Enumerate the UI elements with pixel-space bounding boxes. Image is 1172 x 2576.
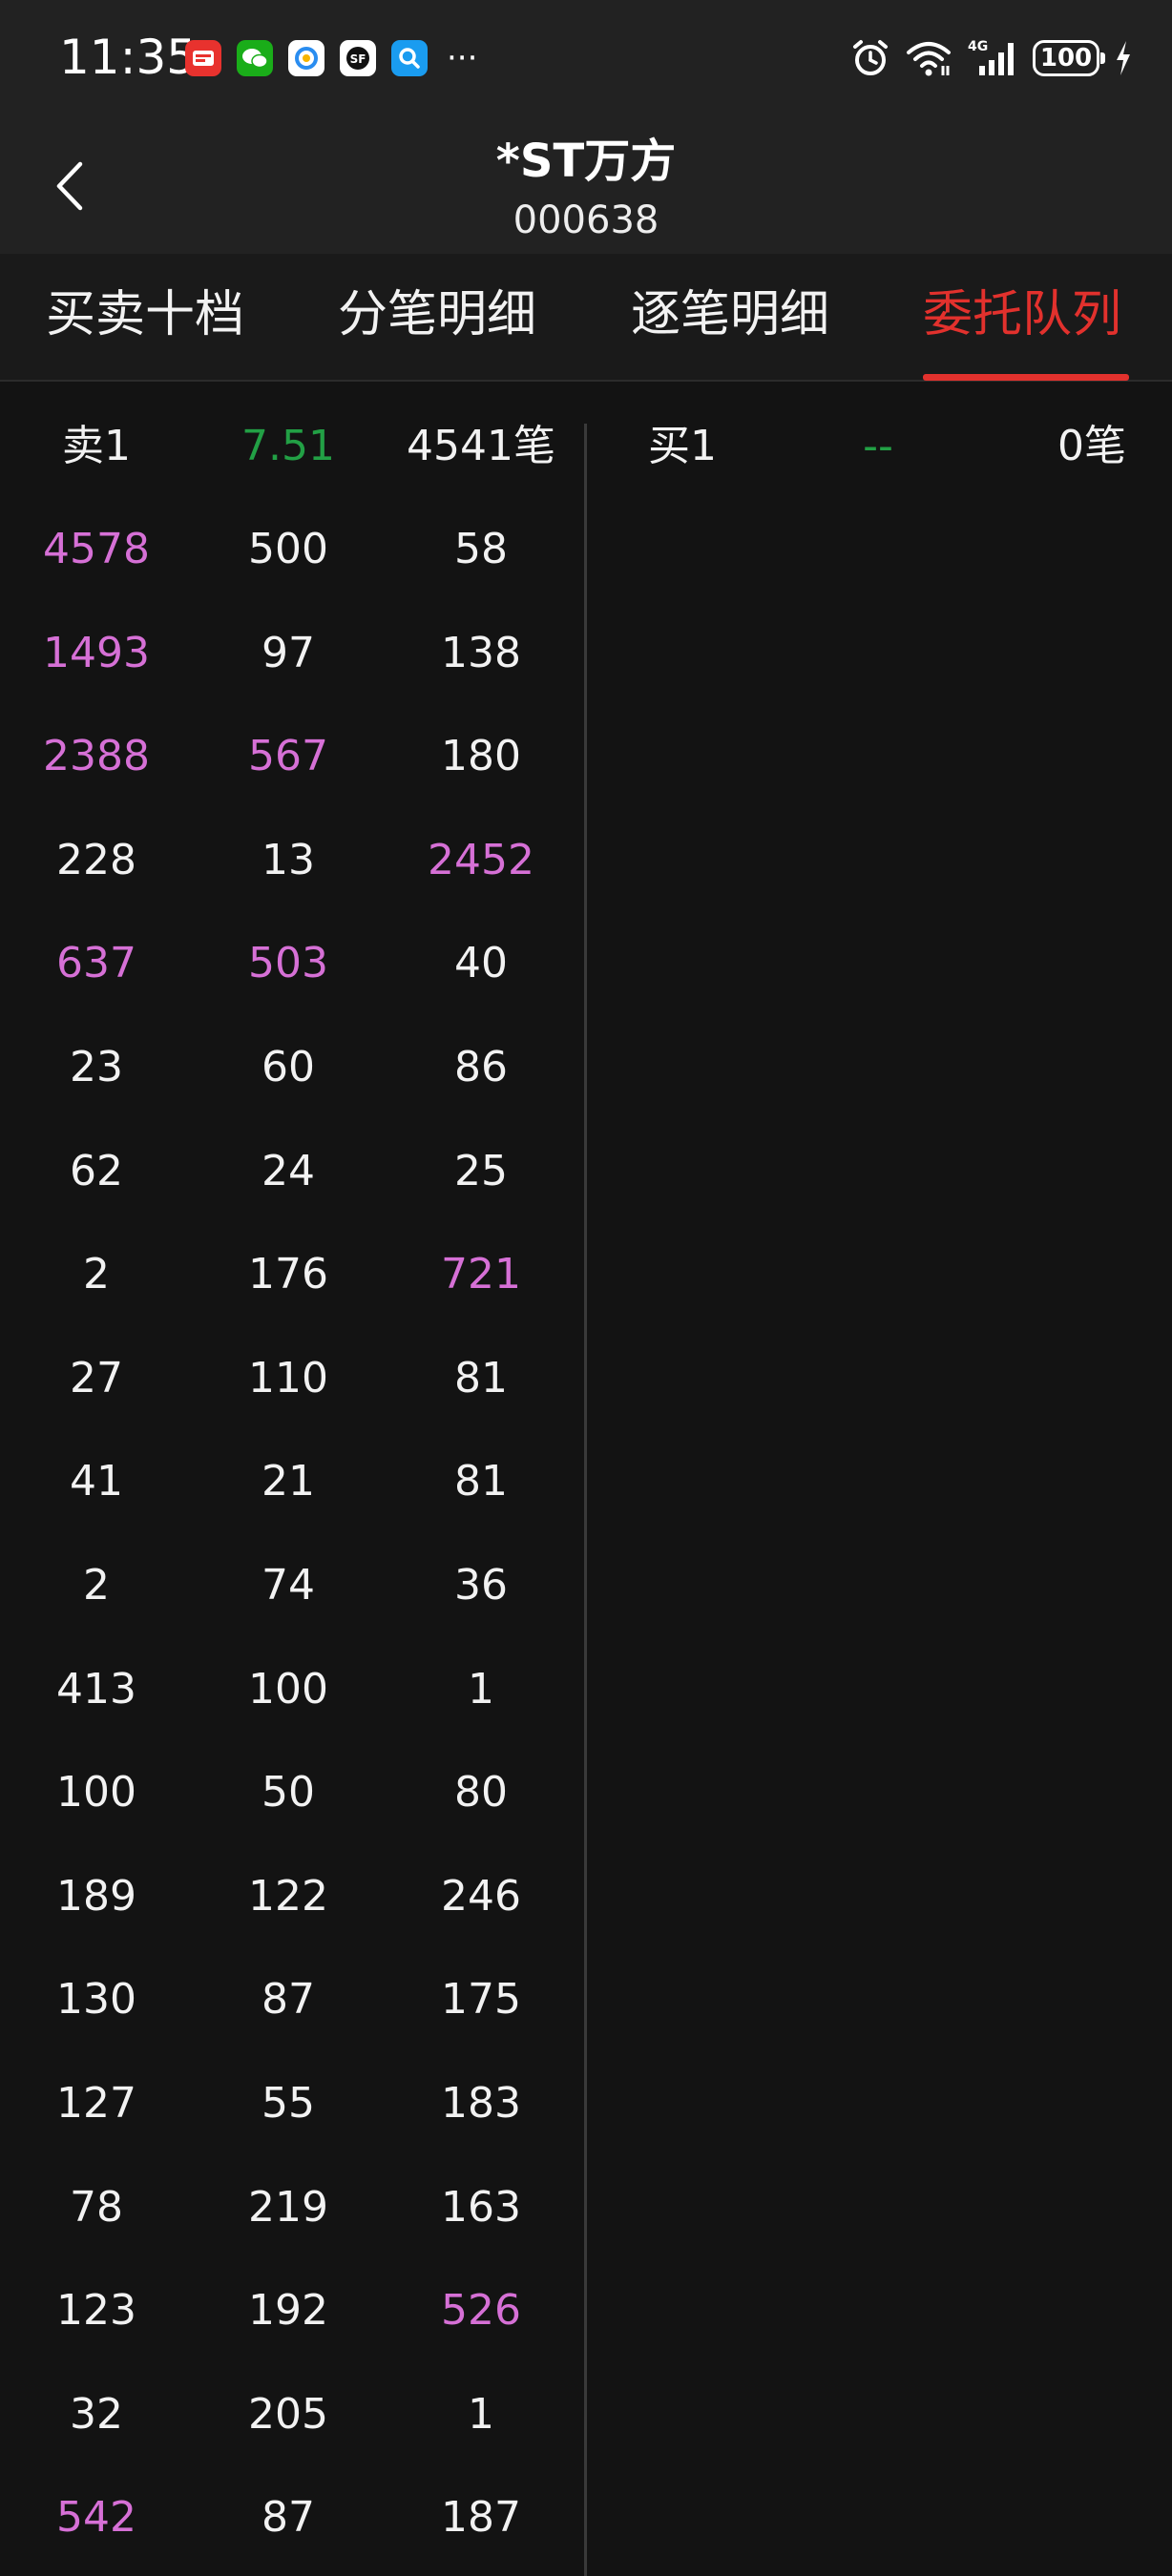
queue-order-volume: 81	[454, 1354, 508, 1402]
queue-order-volume: 41	[70, 1457, 123, 1506]
queue-order-volume: 36	[454, 1561, 508, 1610]
cellular-4g-icon: 4G	[968, 39, 1014, 75]
queue-order-volume: 40	[454, 939, 508, 987]
sell-level-label: 卖1	[62, 422, 131, 470]
queue-order-volume: 21	[262, 1457, 315, 1506]
more-notifications-icon: ···	[447, 39, 478, 77]
queue-order-volume: 87	[262, 1975, 315, 2024]
queue-order-volume: 176	[248, 1250, 328, 1298]
queue-order-volume: 27	[70, 1354, 123, 1402]
system-icons: 4G 100	[849, 34, 1134, 82]
queue-order-volume: 163	[441, 2183, 521, 2232]
queue-order-volume: 97	[262, 629, 315, 677]
queue-order-volume: 81	[454, 1457, 508, 1506]
stock-header: *ST万方 000638	[0, 114, 1172, 254]
queue-order-volume: 4578	[43, 525, 150, 573]
svg-text:4G: 4G	[968, 39, 988, 54]
stock-name: *ST万方	[495, 135, 677, 188]
queue-order-volume: 87	[262, 2493, 315, 2542]
queue-order-volume: 2	[83, 1561, 110, 1610]
queue-order-volume: 526	[441, 2286, 521, 2335]
queue-order-volume: 721	[441, 1250, 521, 1298]
buy-price: --	[863, 422, 893, 470]
buy-order-count: 0笔	[1057, 422, 1126, 470]
queue-order-volume: 62	[70, 1147, 123, 1195]
queue-order-volume: 180	[441, 732, 521, 780]
active-tab-indicator	[923, 374, 1129, 381]
queue-order-volume: 110	[248, 1354, 328, 1402]
queue-order-volume: 189	[56, 1872, 136, 1921]
queue-order-volume: 1	[468, 2390, 494, 2439]
status-bar: 11:35 SF ··· 4G 100	[0, 0, 1172, 114]
queue-order-volume: 55	[262, 2079, 315, 2128]
queue-order-volume: 187	[441, 2493, 521, 2542]
queue-order-volume: 2	[83, 1250, 110, 1298]
queue-order-volume: 175	[441, 1975, 521, 2024]
queue-order-volume: 413	[56, 1665, 136, 1714]
queue-order-volume: 500	[248, 525, 328, 573]
queue-order-volume: 138	[441, 629, 521, 677]
queue-order-volume: 24	[262, 1147, 315, 1195]
wifi-icon	[907, 42, 951, 76]
svg-text:SF: SF	[350, 52, 366, 66]
queue-order-volume: 100	[248, 1665, 328, 1714]
queue-order-volume: 219	[248, 2183, 328, 2232]
stock-code: 000638	[513, 198, 659, 242]
queue-order-volume: 13	[262, 836, 315, 884]
sell-price: 7.51	[241, 422, 335, 470]
queue-order-volume: 567	[248, 732, 328, 780]
queue-order-volume: 78	[70, 2183, 123, 2232]
queue-order-volume: 228	[56, 836, 136, 884]
tab-order-book[interactable]: 买卖十档	[46, 284, 244, 345]
queue-order-volume: 32	[70, 2390, 123, 2439]
queue-order-volume: 183	[441, 2079, 521, 2128]
queue-order-volume: 192	[248, 2286, 328, 2335]
status-time: 11:35	[59, 30, 198, 85]
notification-icons: SF ···	[185, 40, 477, 76]
queue-order-volume: 122	[248, 1872, 328, 1921]
queue-order-volume: 205	[248, 2390, 328, 2439]
sf-express-icon: SF	[340, 40, 376, 76]
queue-order-volume: 637	[56, 939, 136, 987]
queue-order-volume: 2452	[428, 836, 534, 884]
order-queue-panel: 卖1 7.51 4541笔 买1 -- 0笔 4578 500 58 1493 97 13…	[0, 382, 1172, 2576]
search-app-icon	[391, 40, 428, 76]
tab-trade-detail[interactable]: 逐笔明细	[631, 284, 829, 345]
tab-order-queue[interactable]: 委托队列	[923, 284, 1121, 345]
battery-icon: 100	[1033, 40, 1105, 76]
queue-order-volume: 130	[56, 1975, 136, 2024]
queue-order-volume: 123	[56, 2286, 136, 2335]
queue-order-volume: 25	[454, 1147, 508, 1195]
queue-divider	[584, 424, 587, 2576]
battery-level: 100	[1039, 44, 1093, 73]
queue-order-volume: 1	[468, 1665, 494, 1714]
queue-order-volume: 542	[56, 2493, 136, 2542]
app-icon-red	[185, 40, 221, 76]
tab-tick-detail[interactable]: 分笔明细	[338, 284, 536, 345]
queue-order-volume: 50	[262, 1768, 315, 1817]
buy-level-label: 买1	[648, 422, 717, 470]
qq-browser-icon	[288, 40, 324, 76]
wechat-icon	[237, 40, 273, 76]
queue-order-volume: 86	[454, 1043, 508, 1091]
alarm-icon	[853, 40, 888, 75]
queue-order-volume: 80	[454, 1768, 508, 1817]
queue-order-volume: 503	[248, 939, 328, 987]
queue-order-volume: 58	[454, 525, 508, 573]
queue-order-volume: 2388	[43, 732, 150, 780]
queue-order-volume: 1493	[43, 629, 150, 677]
tab-bar: 买卖十档 分笔明细 逐笔明细 委托队列	[0, 254, 1172, 382]
queue-order-volume: 60	[262, 1043, 315, 1091]
charging-icon	[1117, 41, 1130, 75]
queue-order-volume: 246	[441, 1872, 521, 1921]
sell-order-count: 4541笔	[407, 422, 555, 470]
queue-order-volume: 23	[70, 1043, 123, 1091]
queue-order-volume: 127	[56, 2079, 136, 2128]
queue-order-volume: 74	[262, 1561, 315, 1610]
queue-order-volume: 100	[56, 1768, 136, 1817]
